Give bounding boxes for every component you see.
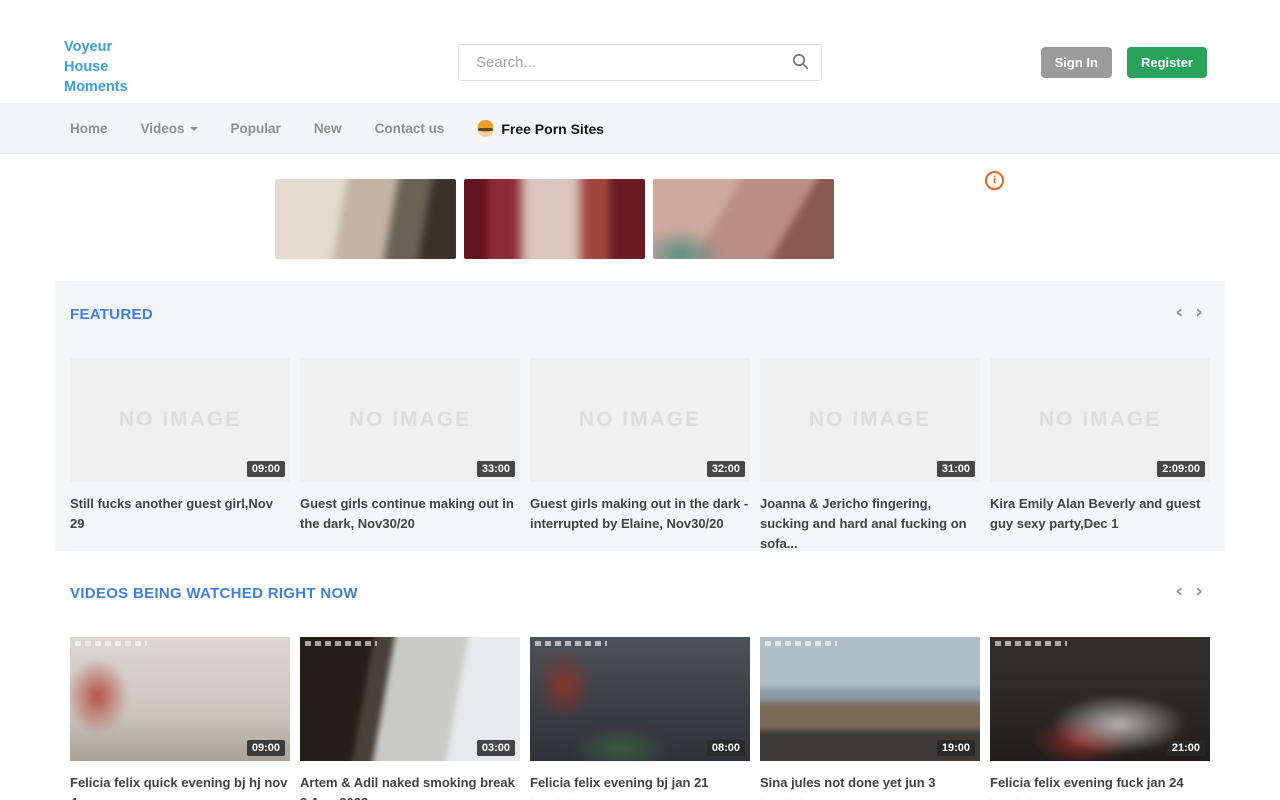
nav-free-porn-sites[interactable]: Free Porn Sites	[477, 120, 604, 137]
site-logo[interactable]: Voyeur House Moments	[64, 37, 128, 97]
nav-contact-us[interactable]: Contact us	[375, 121, 445, 136]
video-thumbnail[interactable]: NO IMAGE32:00	[530, 358, 750, 482]
video-thumbnail[interactable]: 21:00	[990, 637, 1210, 761]
ad-thumbnail-3[interactable]	[653, 179, 834, 259]
video-card[interactable]: NO IMAGE31:00 Joanna & Jericho fingering,…	[760, 358, 980, 554]
video-thumbnail[interactable]: 08:00	[530, 637, 750, 761]
nav-popular-label: Popular	[231, 121, 281, 136]
duration-badge: 09:00	[247, 461, 285, 477]
video-title[interactable]: Felicia felix evening bj jan 21	[530, 773, 750, 793]
video-title[interactable]: Still fucks another guest girl,Nov 29	[70, 494, 290, 534]
nav-new-label: New	[314, 121, 342, 136]
video-card[interactable]: NO IMAGE33:00 Guest girls continue making…	[300, 358, 520, 554]
video-card[interactable]: NO IMAGE09:00 Still fucks another guest g…	[70, 358, 290, 554]
nav-videos-label: Videos	[141, 121, 185, 136]
video-card[interactable]: 03:00 Artem & Adil naked smoking break 3 …	[300, 637, 520, 800]
video-thumbnail[interactable]: NO IMAGE33:00	[300, 358, 520, 482]
search-bar	[458, 44, 822, 81]
video-title[interactable]: Joanna & Jericho fingering, sucking and …	[760, 494, 980, 554]
nav-videos[interactable]: Videos	[141, 121, 198, 136]
carousel-controls: ‹ ›	[1175, 303, 1203, 322]
free-porn-sites-icon	[477, 120, 494, 137]
sign-in-button[interactable]: Sign In	[1041, 47, 1112, 78]
ad-thumbnail-1[interactable]	[275, 179, 456, 259]
carousel-next-button[interactable]: ›	[1195, 303, 1203, 322]
video-thumbnail[interactable]: 19:00	[760, 637, 980, 761]
register-button[interactable]: Register	[1127, 47, 1207, 78]
video-thumbnail[interactable]: NO IMAGE31:00	[760, 358, 980, 482]
video-card[interactable]: 08:00Felicia felix evening bj jan 21by a…	[530, 637, 750, 800]
video-card[interactable]: 19:00Sina jules not done yet jun 3by adm…	[760, 637, 980, 800]
section-watched-now: VIDEOS BEING WATCHED RIGHT NOW ‹ › 09:00…	[55, 560, 1225, 800]
featured-card-list: NO IMAGE09:00 Still fucks another guest g…	[70, 358, 1210, 554]
video-thumbnail[interactable]: 03:00	[300, 637, 520, 761]
duration-badge: 32:00	[707, 461, 745, 477]
video-title[interactable]: Artem & Adil naked smoking break 3 Aug 2…	[300, 773, 520, 800]
ad-thumbnail-2[interactable]	[464, 179, 645, 259]
duration-badge: 19:00	[937, 740, 975, 756]
page: Voyeur House Moments Sign In Register Ho…	[0, 0, 1280, 800]
search-button[interactable]	[792, 53, 809, 73]
duration-badge: 2:09:00	[1157, 461, 1205, 477]
header: Voyeur House Moments Sign In Register	[0, 0, 1280, 103]
logo-line-1: Voyeur	[64, 37, 128, 57]
logo-line-2: House	[64, 57, 128, 77]
video-card[interactable]: NO IMAGE2:09:00 Kira Emily Alan Beverly a…	[990, 358, 1210, 554]
nav-free-porn-sites-label: Free Porn Sites	[501, 121, 604, 137]
carousel-prev-button[interactable]: ‹	[1175, 582, 1183, 601]
section-title-featured: FEATURED	[70, 306, 153, 323]
main-nav: Home Videos Popular New Contact us Free …	[0, 103, 1280, 154]
nav-contact-label: Contact us	[375, 121, 445, 136]
duration-badge: 33:00	[477, 461, 515, 477]
watched-card-list: 09:00 Felicia felix quick evening bj hj n…	[70, 637, 1210, 800]
video-thumbnail[interactable]: NO IMAGE09:00	[70, 358, 290, 482]
video-card[interactable]: NO IMAGE32:00 Guest girls making out in t…	[530, 358, 750, 554]
carousel-next-button[interactable]: ›	[1195, 582, 1203, 601]
chevron-down-icon	[190, 127, 198, 131]
video-title[interactable]: Felicia felix quick evening bj hj nov 4	[70, 773, 290, 800]
video-title[interactable]: Felicia felix evening fuck jan 24	[990, 773, 1210, 793]
duration-badge: 03:00	[477, 740, 515, 756]
carousel-controls: ‹ ›	[1175, 582, 1203, 601]
video-title[interactable]: Sina jules not done yet jun 3	[760, 773, 980, 793]
video-thumbnail[interactable]: 09:00	[70, 637, 290, 761]
video-title[interactable]: Guest girls making out in the dark - int…	[530, 494, 750, 534]
video-title[interactable]: Kira Emily Alan Beverly and guest guy se…	[990, 494, 1210, 534]
logo-line-3: Moments	[64, 77, 128, 97]
ad-info-icon[interactable]: i	[985, 171, 1004, 190]
carousel-prev-button[interactable]: ‹	[1175, 303, 1183, 322]
video-card[interactable]: 09:00 Felicia felix quick evening bj hj n…	[70, 637, 290, 800]
nav-home-label: Home	[70, 121, 108, 136]
video-thumbnail[interactable]: NO IMAGE2:09:00	[990, 358, 1210, 482]
video-card[interactable]: 21:00Felicia felix evening fuck jan 24by…	[990, 637, 1210, 800]
duration-badge: 09:00	[247, 740, 285, 756]
search-icon	[792, 53, 809, 73]
duration-badge: 21:00	[1167, 740, 1205, 756]
nav-new[interactable]: New	[314, 121, 342, 136]
section-featured: FEATURED ‹ › NO IMAGE09:00 Still fucks an…	[55, 281, 1225, 551]
auth-buttons: Sign In Register	[1041, 47, 1207, 78]
video-title[interactable]: Guest girls continue making out in the d…	[300, 494, 520, 534]
duration-badge: 31:00	[937, 461, 975, 477]
duration-badge: 08:00	[707, 740, 745, 756]
search-input[interactable]	[474, 53, 792, 72]
nav-home[interactable]: Home	[70, 121, 108, 136]
nav-popular[interactable]: Popular	[231, 121, 281, 136]
section-title-watched-now: VIDEOS BEING WATCHED RIGHT NOW	[70, 585, 358, 602]
